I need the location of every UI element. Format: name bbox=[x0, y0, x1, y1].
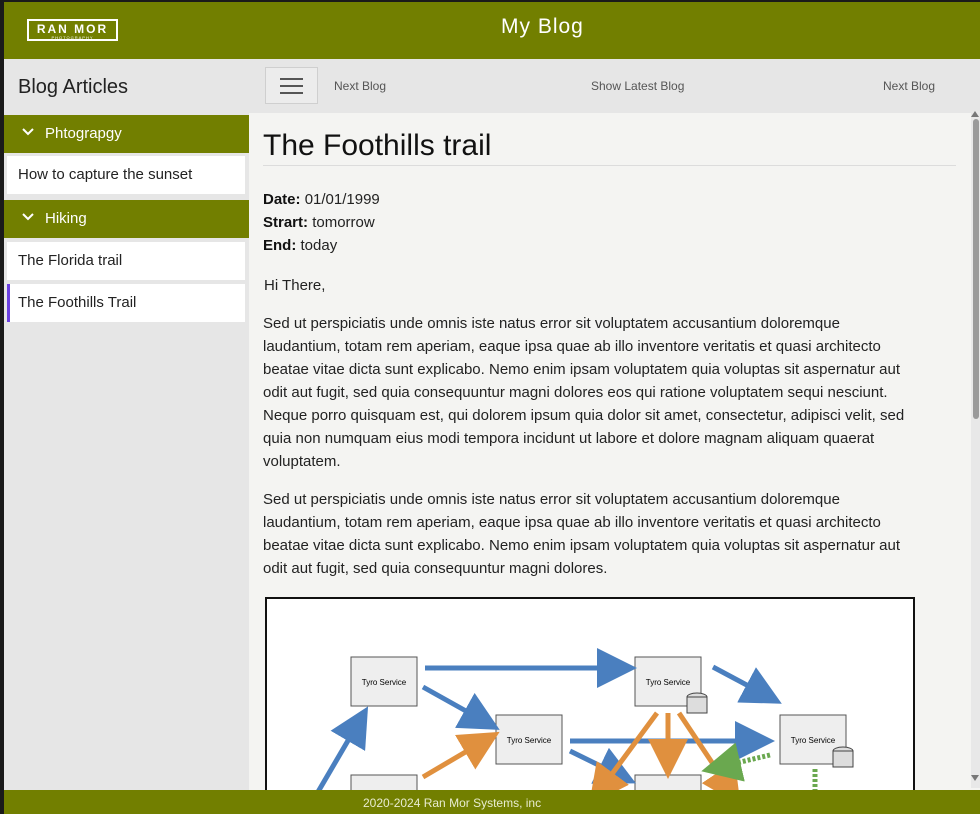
article-paragraph: Sed ut perspiciatis unde omnis iste natu… bbox=[263, 315, 905, 470]
sidebar-category-label: Phtograpgy bbox=[45, 125, 122, 142]
meta-key: Date: bbox=[263, 191, 301, 208]
footer: 2020-2024 Ran Mor Systems, inc bbox=[4, 790, 980, 814]
sidebar-item-label: How to capture the sunset bbox=[18, 166, 193, 183]
show-latest-blog-link[interactable]: Show Latest Blog bbox=[591, 79, 684, 93]
chevron-down-icon bbox=[22, 128, 34, 136]
diagram-node: Tyro Service bbox=[779, 714, 854, 768]
diagram-node: Tyro Service bbox=[634, 656, 708, 714]
next-blog-link[interactable]: Next Blog bbox=[883, 79, 935, 93]
sidebar: Blog Articles Phtograpgy How to capture … bbox=[4, 59, 249, 790]
meta-start: Strart: tomorrow bbox=[263, 214, 375, 231]
article-greeting: Hi There, bbox=[264, 277, 326, 294]
sidebar-item-label: The Foothills Trail bbox=[18, 294, 137, 311]
meta-date: Date: 01/01/1999 bbox=[263, 191, 380, 208]
sidebar-item-label: The Florida trail bbox=[18, 252, 123, 269]
toolbar: Next Blog Show Latest Blog Next Blog bbox=[249, 59, 980, 113]
article-paragraph: Sed ut perspiciatis unde omnis iste natu… bbox=[263, 491, 901, 577]
site-title: My Blog bbox=[501, 15, 584, 38]
meta-value: today bbox=[300, 237, 338, 254]
article-title: The Foothills trail bbox=[263, 129, 492, 162]
top-bar: RAN MOR PHOTOGRAPHY My Blog bbox=[4, 2, 980, 59]
logo[interactable]: RAN MOR PHOTOGRAPHY bbox=[27, 19, 118, 41]
sidebar-category-photography[interactable]: Phtograpgy bbox=[4, 115, 249, 153]
svg-text:Tyro Service: Tyro Service bbox=[791, 736, 836, 745]
title-divider bbox=[263, 165, 956, 166]
svg-text:Tyro Service: Tyro Service bbox=[362, 678, 407, 687]
diagram-node bbox=[350, 774, 418, 790]
scrollbar-thumb[interactable] bbox=[973, 119, 979, 419]
sidebar-item-florida-trail[interactable]: The Florida trail bbox=[7, 242, 245, 280]
menu-button[interactable] bbox=[265, 67, 318, 104]
footer-text: 2020-2024 Ran Mor Systems, inc bbox=[363, 796, 542, 810]
meta-key: Strart: bbox=[263, 214, 309, 231]
meta-end: End: today bbox=[263, 237, 337, 254]
logo-text: RAN MOR bbox=[36, 22, 109, 36]
meta-value: tomorrow bbox=[312, 214, 375, 231]
chevron-down-icon bbox=[22, 213, 34, 221]
sidebar-item-capture-sunset[interactable]: How to capture the sunset bbox=[7, 156, 245, 194]
svg-text:Tyro Service: Tyro Service bbox=[507, 736, 552, 745]
diagram-node: Tyro Service bbox=[350, 656, 418, 707]
sidebar-item-foothills-trail[interactable]: The Foothills Trail bbox=[7, 284, 245, 322]
app-frame: RAN MOR PHOTOGRAPHY My Blog Blog Article… bbox=[4, 2, 980, 814]
svg-text:Tyro Service: Tyro Service bbox=[646, 678, 691, 687]
scroll-down-arrow-icon[interactable] bbox=[971, 775, 979, 781]
diagram-node: Tyro Service bbox=[495, 714, 563, 765]
article-content: The Foothills trail Date: 01/01/1999 Str… bbox=[249, 113, 980, 790]
sidebar-category-label: Hiking bbox=[45, 210, 87, 227]
meta-key: End: bbox=[263, 237, 297, 254]
meta-value: 01/01/1999 bbox=[304, 191, 380, 208]
sidebar-title: Blog Articles bbox=[18, 76, 129, 98]
architecture-diagram: Tyro Service Tyro Service Tyro Service T… bbox=[265, 597, 915, 790]
next-blog-link[interactable]: Next Blog bbox=[334, 79, 386, 93]
scroll-up-arrow-icon[interactable] bbox=[971, 111, 979, 117]
content-scrollbar[interactable] bbox=[971, 111, 980, 788]
sidebar-category-hiking[interactable]: Hiking bbox=[4, 200, 249, 238]
diagram-node bbox=[634, 774, 702, 790]
